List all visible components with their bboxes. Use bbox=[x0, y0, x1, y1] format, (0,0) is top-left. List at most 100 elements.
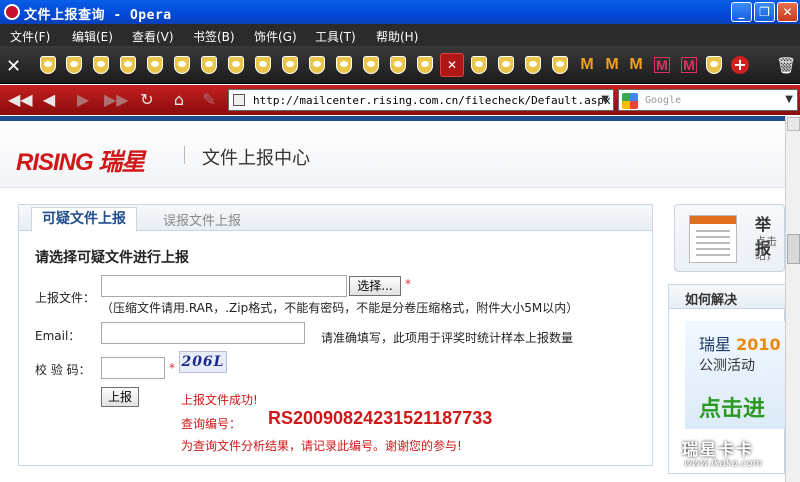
mail-favicon-icon: M bbox=[654, 57, 670, 73]
captcha-input[interactable] bbox=[101, 357, 165, 379]
menu-help[interactable]: 帮助(H) bbox=[376, 28, 418, 45]
menu-widgets[interactable]: 饰件(G) bbox=[254, 28, 297, 45]
form-title: 请选择可疑文件进行上报 bbox=[35, 250, 189, 266]
back-icon[interactable]: ◀ bbox=[38, 91, 60, 109]
shield-favicon-icon bbox=[255, 56, 271, 74]
m-favicon-icon: M bbox=[605, 56, 619, 73]
tab[interactable] bbox=[143, 53, 167, 77]
shield-favicon-icon bbox=[498, 56, 514, 74]
shield-favicon-icon bbox=[282, 56, 298, 74]
report-text: 点击 站， bbox=[755, 235, 777, 262]
edit-pencil-icon[interactable]: ✎ bbox=[198, 91, 220, 109]
required-marker: * bbox=[169, 361, 175, 375]
scroll-thumb[interactable] bbox=[787, 234, 800, 264]
captcha-image[interactable]: 206L bbox=[179, 351, 227, 373]
panel-tabs: 可疑文件上报 误报文件上报 bbox=[19, 205, 652, 232]
banner-cta[interactable]: 点击进 bbox=[699, 391, 765, 423]
tab[interactable] bbox=[305, 53, 329, 77]
tab[interactable]: M bbox=[650, 53, 674, 77]
watermark-url: www.ikaka.com bbox=[684, 458, 763, 469]
tab[interactable] bbox=[332, 53, 356, 77]
tab[interactable] bbox=[386, 53, 410, 77]
file-path-input[interactable] bbox=[101, 275, 347, 297]
tab[interactable] bbox=[702, 53, 726, 77]
shield-favicon-icon bbox=[228, 56, 244, 74]
tab[interactable] bbox=[359, 53, 383, 77]
how-to-solve-header: 如何解决 bbox=[669, 285, 785, 309]
tab[interactable]: M bbox=[624, 53, 648, 77]
promo-banner[interactable]: 瑞星 2010 公测活动 点击进 bbox=[685, 321, 785, 429]
tab-suspicious-upload[interactable]: 可疑文件上报 bbox=[31, 207, 137, 232]
google-icon[interactable] bbox=[622, 93, 638, 109]
file-format-hint: （压缩文件请用.RAR，.Zip格式，不能有密码，不能是分卷压缩格式，附件大小5… bbox=[101, 301, 579, 315]
url-text[interactable]: http://mailcenter.rising.com.cn/filechec… bbox=[253, 94, 611, 107]
shield-favicon-icon bbox=[417, 56, 433, 74]
reload-icon[interactable]: ↻ bbox=[136, 91, 158, 109]
tab[interactable] bbox=[62, 53, 86, 77]
tab[interactable] bbox=[494, 53, 518, 77]
menu-bookmarks[interactable]: 书签(B) bbox=[193, 28, 235, 45]
mail-favicon-icon: M bbox=[681, 57, 697, 73]
tab[interactable] bbox=[36, 53, 60, 77]
search-box[interactable]: Google ▼ bbox=[618, 89, 798, 111]
tab-active[interactable]: ✕ bbox=[440, 53, 464, 77]
title-bar: 文件上报查询 - Opera _ ❐ ✕ bbox=[0, 0, 800, 24]
rising-logo[interactable]: RISING 瑞星 bbox=[16, 142, 145, 177]
tab[interactable] bbox=[413, 53, 437, 77]
vertical-scrollbar[interactable] bbox=[785, 116, 800, 482]
chevron-down-icon[interactable]: ▼ bbox=[785, 94, 793, 105]
tab[interactable] bbox=[467, 53, 491, 77]
email-hint: 请准确填写，此项用于评奖时统计样本上报数量 bbox=[321, 331, 574, 345]
shield-favicon-icon bbox=[471, 56, 487, 74]
success-message: 上报文件成功! bbox=[181, 393, 258, 407]
rewind-icon[interactable]: ◀◀ bbox=[8, 91, 33, 109]
blog-icon bbox=[689, 215, 737, 263]
report-box[interactable]: 举报 点击 站， bbox=[674, 204, 785, 272]
new-tab-button[interactable]: + bbox=[728, 53, 752, 77]
forward-icon[interactable]: ▶ bbox=[72, 91, 94, 109]
tab-close-icon[interactable]: ✕ bbox=[447, 58, 457, 72]
home-icon[interactable]: ⌂ bbox=[168, 91, 190, 109]
tab[interactable] bbox=[251, 53, 275, 77]
tab-false-positive-upload[interactable]: 误报文件上报 bbox=[163, 210, 241, 229]
menu-view[interactable]: 查看(V) bbox=[132, 28, 174, 45]
tab[interactable] bbox=[278, 53, 302, 77]
menu-edit[interactable]: 编辑(E) bbox=[72, 28, 113, 45]
fast-forward-icon[interactable]: ▶▶ bbox=[104, 91, 129, 109]
address-bar[interactable]: http://mailcenter.rising.com.cn/filechec… bbox=[228, 89, 614, 111]
file-label: 上报文件： bbox=[35, 291, 96, 305]
page-title: 文件上报中心 bbox=[202, 148, 310, 169]
shield-favicon-icon bbox=[147, 56, 163, 74]
query-number-label: 查询编号： bbox=[181, 417, 242, 431]
tab[interactable] bbox=[197, 53, 221, 77]
menu-file[interactable]: 文件(F) bbox=[10, 28, 50, 45]
tab[interactable] bbox=[170, 53, 194, 77]
page-icon bbox=[233, 94, 245, 106]
tab[interactable] bbox=[116, 53, 140, 77]
tab[interactable] bbox=[224, 53, 248, 77]
browse-button[interactable]: 选择... bbox=[349, 276, 401, 296]
shield-favicon-icon bbox=[525, 56, 541, 74]
scroll-up-button[interactable] bbox=[787, 117, 800, 131]
chevron-down-icon[interactable]: ▼ bbox=[601, 94, 609, 105]
menu-tools[interactable]: 工具(T) bbox=[315, 28, 356, 45]
tab[interactable]: M bbox=[600, 53, 624, 77]
minimize-button[interactable]: _ bbox=[731, 2, 752, 22]
tab[interactable]: M bbox=[575, 53, 599, 77]
trash-icon[interactable]: 🗑 bbox=[776, 56, 796, 75]
wrench-icon[interactable]: ✕ bbox=[6, 56, 21, 77]
shield-favicon-icon bbox=[120, 56, 136, 74]
close-window-button[interactable]: ✕ bbox=[777, 2, 798, 22]
email-field[interactable] bbox=[101, 322, 305, 344]
shield-favicon-icon bbox=[336, 56, 352, 74]
shield-favicon-icon bbox=[552, 56, 568, 74]
tab[interactable] bbox=[548, 53, 572, 77]
tab[interactable] bbox=[89, 53, 113, 77]
tab[interactable]: M bbox=[677, 53, 701, 77]
restore-button[interactable]: ❐ bbox=[754, 2, 775, 22]
banner-event: 公测活动 bbox=[699, 358, 755, 374]
submit-button[interactable]: 上报 bbox=[101, 387, 139, 407]
tab[interactable] bbox=[521, 53, 545, 77]
menu-bar: 文件(F) 编辑(E) 查看(V) 书签(B) 饰件(G) 工具(T) 帮助(H… bbox=[0, 24, 800, 46]
required-marker: * bbox=[405, 277, 411, 291]
